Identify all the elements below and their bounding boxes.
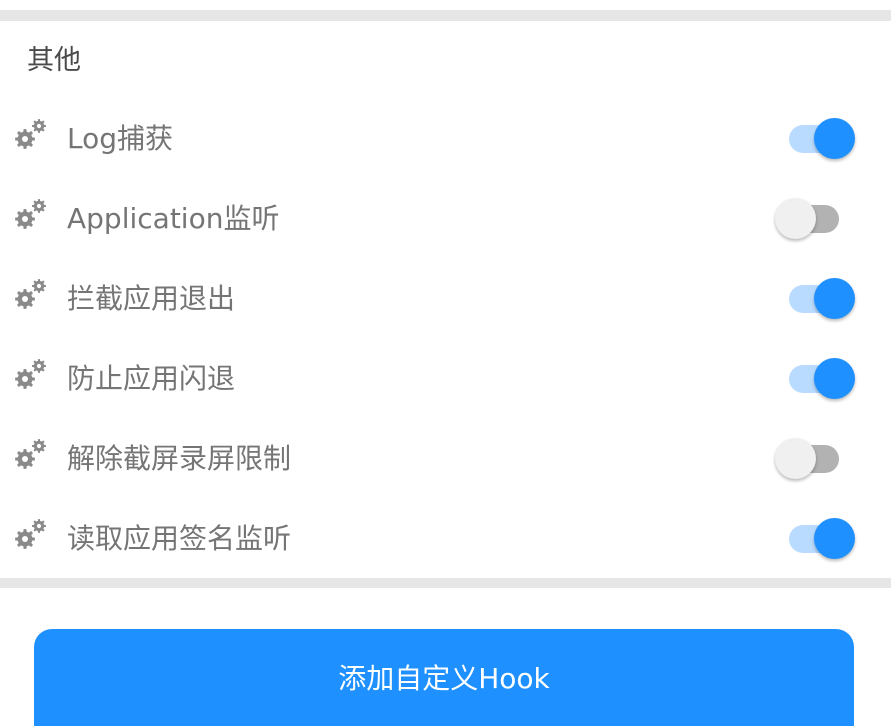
add-custom-hook-label: 添加自定义Hook [338, 661, 550, 695]
setting-label: 防止应用闪退 [67, 362, 236, 395]
gears-icon [15, 119, 46, 149]
gears-icon [15, 279, 46, 309]
switch-thumb [814, 278, 855, 319]
setting-row-signature-monitor: 读取应用签名监听 [0, 499, 891, 579]
setting-label: 解除截屏录屏限制 [67, 442, 292, 475]
setting-label: Log捕获 [67, 122, 174, 155]
add-custom-hook-button[interactable]: 添加自定义Hook [34, 629, 854, 726]
setting-row-block-app-exit: 拦截应用退出 [0, 259, 891, 339]
setting-row-log-capture: Log捕获 [0, 99, 891, 179]
switch-thumb [775, 438, 816, 479]
gears-icon [15, 439, 46, 469]
setting-row-prevent-crash: 防止应用闪退 [0, 339, 891, 419]
switch-thumb [814, 358, 855, 399]
setting-row-application-monitor: Application监听 [0, 179, 891, 259]
setting-label: Application监听 [67, 202, 280, 235]
unlock-screenshot-toggle[interactable] [775, 437, 857, 481]
section-title: 其他 [27, 45, 81, 76]
gears-icon [15, 199, 46, 229]
block-app-exit-toggle[interactable] [775, 277, 857, 321]
signature-monitor-toggle[interactable] [775, 517, 857, 561]
top-divider [0, 10, 891, 21]
gears-icon [15, 359, 46, 389]
setting-label: 读取应用签名监听 [67, 522, 292, 555]
bottom-divider [0, 578, 891, 588]
switch-thumb [814, 118, 855, 159]
log-capture-toggle[interactable] [775, 117, 857, 161]
setting-row-unlock-screenshot: 解除截屏录屏限制 [0, 419, 891, 499]
setting-label: 拦截应用退出 [67, 282, 236, 315]
gears-icon [15, 519, 46, 549]
switch-thumb [814, 518, 855, 559]
switch-thumb [775, 198, 816, 239]
prevent-crash-toggle[interactable] [775, 357, 857, 401]
application-monitor-toggle[interactable] [775, 197, 857, 241]
